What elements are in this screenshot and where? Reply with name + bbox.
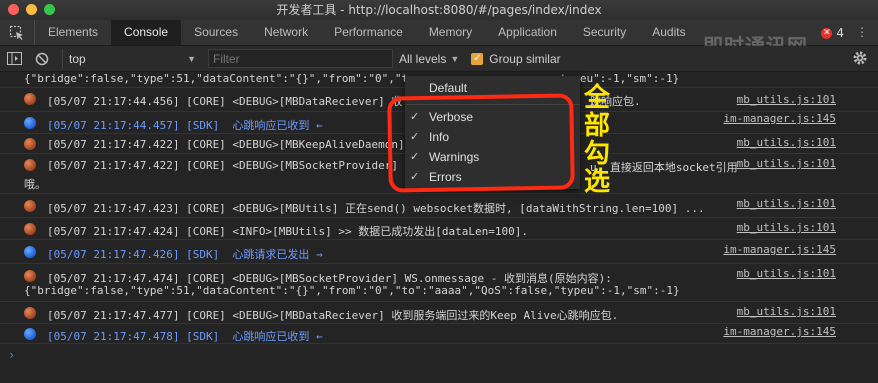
minimize-window-button[interactable]: [26, 4, 37, 15]
block-icon: [35, 52, 49, 65]
core-log-icon: [24, 138, 36, 150]
sdk-log-icon: [24, 246, 36, 258]
core-log-icon: [24, 159, 36, 171]
source-link[interactable]: im-manager.js:145: [723, 243, 836, 256]
tab-memory[interactable]: Memory: [416, 20, 485, 45]
error-count: 4: [836, 26, 844, 40]
annotation-char: 部: [583, 111, 610, 141]
tab-security[interactable]: Security: [570, 20, 639, 45]
log-message-continued: 哦。: [24, 178, 46, 191]
log-row: [05/07 21:17:47.423] [CORE] <DEBUG>[MBUt…: [0, 194, 878, 218]
gear-icon: [853, 51, 867, 65]
filter-input[interactable]: [208, 49, 393, 68]
chevron-down-icon: ▼: [450, 53, 460, 64]
console-prompt-chevron-icon[interactable]: ›: [8, 348, 15, 362]
core-log-icon: [24, 223, 36, 235]
log-row: [05/07 21:17:47.474] [CORE] <DEBUG>[MBSo…: [0, 264, 878, 302]
log-row: [05/07 21:17:47.478] [SDK] 心跳响应已收到 ← im-…: [0, 324, 878, 344]
inspect-element-button[interactable]: [0, 20, 35, 45]
source-link[interactable]: mb_utils.js:101: [737, 136, 836, 149]
console-toolbar: top ▼ All levels ▼ ✓ Group similar: [0, 46, 878, 72]
log-message: [05/07 21:17:47.423] [CORE] <DEBUG>[MBUt…: [47, 202, 705, 215]
log-message: [05/07 21:17:47.426] [SDK] 心跳请求已发出 →: [47, 248, 323, 261]
log-row: [05/07 21:17:47.426] [SDK] 心跳请求已发出 → im-…: [0, 240, 878, 264]
source-link[interactable]: mb_utils.js:101: [737, 221, 836, 234]
tab-application[interactable]: Application: [485, 20, 570, 45]
error-counter[interactable]: ✕ 4: [821, 26, 844, 40]
group-similar-label: Group similar: [489, 51, 561, 66]
tab-elements[interactable]: Elements: [35, 20, 111, 45]
log-message-tail: u, 直接返回本地socket引用: [590, 161, 738, 174]
source-link[interactable]: im-manager.js:145: [723, 325, 836, 338]
log-message: [05/07 21:17:47.424] [CORE] <INFO>[MBUti…: [47, 225, 528, 238]
log-message-continued: {"bridge":false,"type":51,"dataContent":…: [24, 284, 680, 297]
cursor-inspect-icon: [9, 25, 23, 40]
clear-console-button[interactable]: [28, 46, 56, 71]
sidebar-icon: [6, 52, 22, 65]
core-log-icon: [24, 307, 36, 319]
log-message: [05/07 21:17:44.456] [CORE] <DEBUG>[MBDa…: [47, 95, 403, 108]
sdk-log-icon: [24, 328, 36, 340]
context-value: top: [69, 51, 86, 66]
toggle-sidebar-button[interactable]: [0, 46, 28, 71]
log-message: {"bridge":false,"type":51,"dataContent":…: [24, 72, 409, 85]
core-log-icon: [24, 270, 36, 282]
source-link[interactable]: mb_utils.js:101: [737, 267, 836, 280]
source-link[interactable]: mb_utils.js:101: [737, 93, 836, 106]
group-similar-toggle[interactable]: ✓ Group similar: [471, 51, 561, 66]
log-message: [05/07 21:17:47.477] [CORE] <DEBUG>[MBDa…: [47, 309, 619, 322]
log-row: [05/07 21:17:47.477] [CORE] <DEBUG>[MBDa…: [0, 302, 878, 324]
source-link[interactable]: mb_utils.js:101: [737, 197, 836, 210]
source-link[interactable]: mb_utils.js:101: [737, 305, 836, 318]
title-bar: 开发者工具 - http://localhost:8080/#/pages/in…: [0, 0, 878, 21]
levels-label: All levels: [399, 51, 447, 66]
tab-performance[interactable]: Performance: [321, 20, 416, 45]
core-log-icon: [24, 93, 36, 105]
annotation-highlight-ring: [387, 93, 575, 193]
devtools-window: 开发者工具 - http://localhost:8080/#/pages/in…: [0, 0, 878, 383]
annotation-char: 全: [583, 83, 610, 113]
log-levels-dropdown[interactable]: All levels ▼: [399, 52, 459, 66]
source-link[interactable]: im-manager.js:145: [723, 112, 836, 125]
log-message: [05/07 21:17:47.422] [CORE] <DEBUG>[MBKe…: [47, 138, 405, 151]
tab-audits[interactable]: Audits: [639, 20, 698, 45]
annotation-char: 勾: [583, 139, 610, 169]
window-title: 开发者工具 - http://localhost:8080/#/pages/in…: [276, 3, 602, 17]
more-options-icon[interactable]: ⋮: [856, 26, 868, 38]
checkbox-checked-icon[interactable]: ✓: [471, 52, 484, 65]
dropdown-arrow-icon: ▼: [187, 53, 196, 64]
log-message: [05/07 21:17:47.478] [SDK] 心跳响应已收到 ←: [47, 330, 323, 343]
context-selector[interactable]: top ▼: [62, 48, 202, 69]
source-link[interactable]: mb_utils.js:101: [737, 157, 836, 170]
tab-console[interactable]: Console: [111, 20, 182, 45]
sdk-log-icon: [24, 117, 36, 129]
log-row: [05/07 21:17:47.424] [CORE] <INFO>[MBUti…: [0, 218, 878, 240]
core-log-icon: [24, 200, 36, 212]
maximize-window-button[interactable]: [44, 4, 55, 15]
console-settings-button[interactable]: [852, 50, 868, 70]
tab-network[interactable]: Network: [251, 20, 321, 45]
error-icon: ✕: [821, 27, 833, 39]
log-message: [05/07 21:17:44.457] [SDK] 心跳响应已收到 ←: [47, 119, 323, 132]
annotation-char: 选: [583, 167, 610, 197]
tab-sources[interactable]: Sources: [181, 20, 251, 45]
log-message: [05/07 21:17:47.422] [CORE] <DEBUG>[MBSo…: [47, 159, 398, 172]
window-controls: [8, 4, 55, 15]
close-window-button[interactable]: [8, 4, 19, 15]
annotation-text: 全 部 勾 选: [582, 84, 612, 196]
